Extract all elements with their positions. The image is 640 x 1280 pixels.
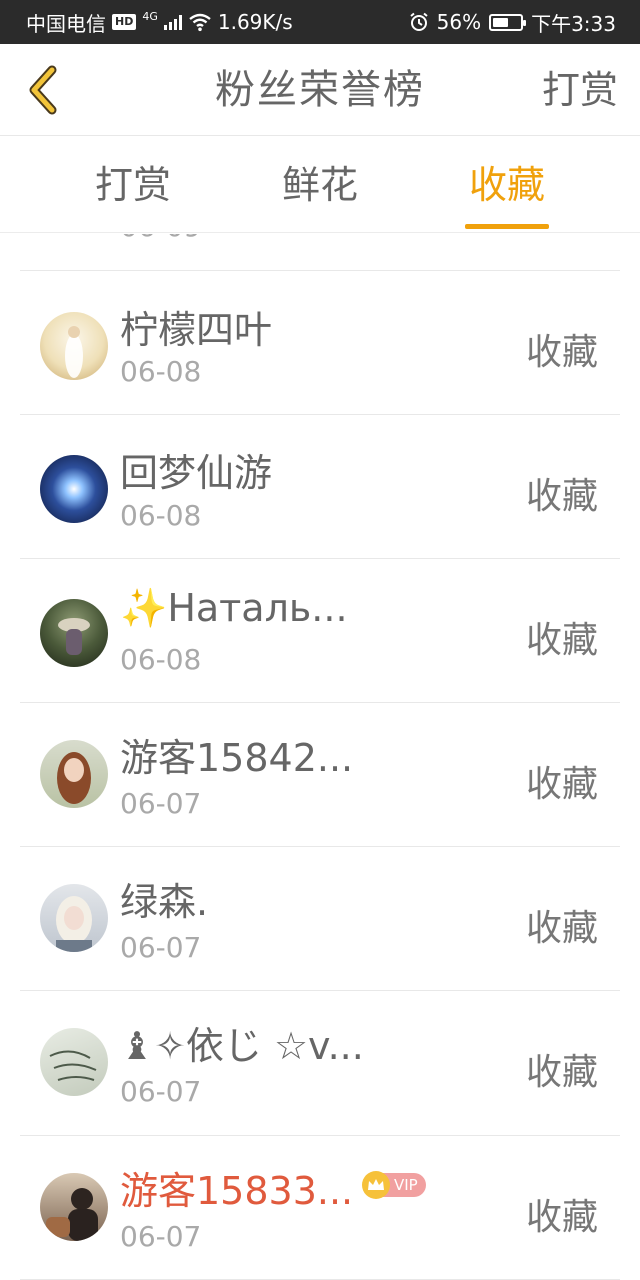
active-tab-indicator: [465, 224, 549, 229]
crown-icon: [362, 1171, 390, 1199]
status-bar-left: 中国电信 HD 4G 1.69K/s: [26, 0, 293, 44]
list-item-name: 游客15842...: [120, 736, 354, 780]
list-item-date: 06-09: [120, 234, 201, 243]
battery-percent-label: 56%: [436, 10, 482, 34]
avatar[interactable]: [40, 740, 108, 808]
vip-badge: VIP: [362, 1171, 426, 1199]
list-item-action: 收藏: [525, 332, 598, 373]
list-item[interactable]: 柠檬四叶 06-08 收藏: [0, 271, 640, 415]
list-item[interactable]: 绿森. 06-07 收藏: [0, 847, 640, 991]
status-bar-right: 56% 下午3:33: [409, 0, 616, 44]
tab-label: 打赏: [94, 163, 171, 207]
avatar[interactable]: [40, 599, 108, 667]
tab-flowers[interactable]: 鲜花: [227, 137, 413, 233]
list-item-action: 收藏: [525, 1052, 598, 1093]
list-item-date: 06-08: [120, 643, 202, 676]
list-item-action: 收藏: [525, 764, 598, 805]
list-item-name: 柠檬四叶: [120, 308, 273, 352]
avatar[interactable]: [40, 312, 108, 380]
list-item-date: 06-07: [120, 1220, 202, 1253]
wifi-icon: [189, 13, 211, 32]
list-item-name: ♝✧依じ ☆v...: [120, 1024, 364, 1068]
network-type-label: 4G: [142, 9, 158, 23]
list-item[interactable]: 游客15842... 06-07 收藏: [0, 703, 640, 847]
nav-bar: 粉丝荣誉榜 打赏: [0, 44, 640, 136]
tab-bar: 打赏 鲜花 收藏: [0, 137, 640, 233]
avatar[interactable]: [40, 1028, 108, 1096]
reward-button[interactable]: 打赏: [542, 44, 618, 136]
signal-icon: [163, 14, 182, 30]
list-item-action: 收藏: [525, 476, 598, 517]
fan-list[interactable]: 06-09 柠檬四叶 06-08 收藏 回梦仙游 06-08 收藏 ✨Натал…: [0, 234, 640, 1280]
avatar[interactable]: [40, 455, 108, 523]
list-item-name: ✨Наталь...: [120, 586, 348, 630]
battery-level-fill: [493, 17, 508, 27]
status-bar: 中国电信 HD 4G 1.69K/s 56% 下午3:33: [0, 0, 640, 44]
avatar[interactable]: [40, 1173, 108, 1241]
list-item-date: 06-07: [120, 931, 202, 964]
list-item-name: 游客15833...: [120, 1169, 354, 1213]
tab-label: 收藏: [468, 163, 545, 207]
list-item-date: 06-07: [120, 1075, 202, 1108]
list-item[interactable]: 回梦仙游 06-08 收藏: [0, 415, 640, 559]
list-item-action: 收藏: [525, 1197, 598, 1238]
clock-label: 下午3:33: [531, 11, 616, 36]
list-item-name: 回梦仙游: [120, 451, 273, 495]
carrier-label: 中国电信: [26, 11, 106, 36]
list-item[interactable]: 游客15833... VIP 06-07 收藏: [0, 1136, 640, 1280]
alarm-icon: [409, 12, 428, 31]
battery-icon: [489, 13, 527, 31]
list-item-date: 06-08: [120, 355, 202, 388]
tab-reward[interactable]: 打赏: [40, 137, 226, 233]
tab-favorites[interactable]: 收藏: [414, 137, 600, 233]
list-item-action: 收藏: [525, 620, 598, 661]
hd-icon: HD: [112, 14, 137, 30]
list-item-date: 06-08: [120, 499, 202, 532]
list-item[interactable]: ♝✧依じ ☆v... 06-07 收藏: [0, 991, 640, 1135]
list-item[interactable]: ✨Наталь... 06-08 收藏: [0, 559, 640, 703]
avatar[interactable]: [40, 884, 108, 952]
tab-label: 鲜花: [281, 163, 358, 207]
list-item-date: 06-07: [120, 787, 202, 820]
network-speed-label: 1.69K/s: [217, 10, 293, 34]
list-item-action: 收藏: [525, 908, 598, 949]
list-item-name: 绿森.: [120, 880, 209, 924]
